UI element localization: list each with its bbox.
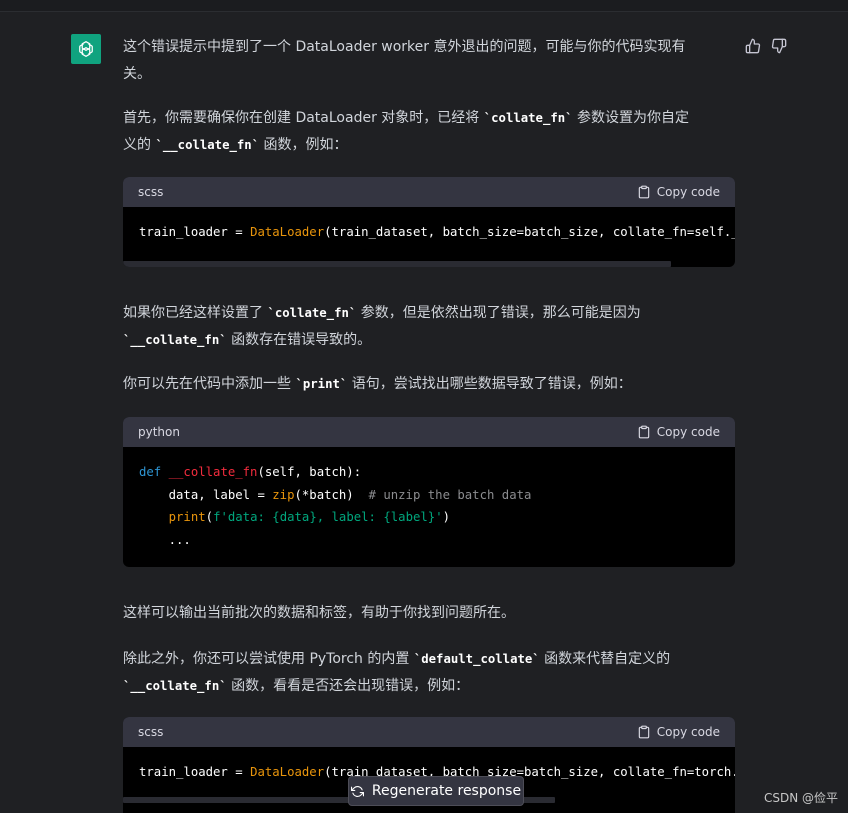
feedback-buttons xyxy=(745,38,787,54)
message-paragraph: 如果你已经这样设置了 `collate_fn` 参数，但是依然出现了错误，那么可… xyxy=(123,300,735,353)
inline-code: `collate_fn` xyxy=(267,306,357,320)
code-language-label: python xyxy=(138,425,180,439)
text-line: 关。 xyxy=(123,65,151,82)
inline-code: `collate_fn` xyxy=(483,111,573,125)
refresh-icon xyxy=(350,785,364,797)
text-line: 你可以先在代码中添加一些 `print` 语句，尝试找出哪些数据导致了错误，例如… xyxy=(123,376,632,392)
inline-code: `__collate_fn` xyxy=(123,332,227,347)
code-language-label: scss xyxy=(138,185,164,199)
copy-code-button[interactable]: Copy code xyxy=(637,185,720,199)
message-paragraph: 这样可以输出当前批次的数据和标签，有助于你找到问题所在。 xyxy=(123,600,735,627)
copy-code-button[interactable]: Copy code xyxy=(637,725,720,739)
assistant-avatar xyxy=(71,34,101,64)
message-paragraph: 除此之外，你还可以尝试使用 PyTorch 的内置 `default_colla… xyxy=(123,646,735,699)
code-block-header: scss Copy code xyxy=(123,177,735,207)
code-content: def __collate_fn(self, batch): data, lab… xyxy=(139,465,532,547)
text-line: `__collate_fn` 函数存在错误导致的。 xyxy=(123,331,372,348)
inline-code: `print` xyxy=(295,377,348,391)
text-line: 这样可以输出当前批次的数据和标签，有助于你找到问题所在。 xyxy=(123,605,515,621)
copy-code-button[interactable]: Copy code xyxy=(637,425,720,439)
inline-code: `__collate_fn` xyxy=(123,678,227,693)
message-paragraph: 首先，你需要确保你在创建 DataLoader 对象时，已经将 `collate… xyxy=(123,105,735,158)
thumbs-down-button[interactable] xyxy=(771,38,787,54)
chat-page: 这个错误提示中提到了一个 DataLoader worker 意外退出的问题，可… xyxy=(0,0,848,813)
code-block-header: scss Copy code xyxy=(123,717,735,747)
message-paragraph: 这个错误提示中提到了一个 DataLoader worker 意外退出的问题，可… xyxy=(123,34,735,87)
text-line: 如果你已经这样设置了 `collate_fn` 参数，但是依然出现了错误，那么可… xyxy=(123,305,641,321)
text-line: `__collate_fn` 函数，看看是否还会出现错误，例如： xyxy=(123,677,470,694)
scrollbar-thumb[interactable] xyxy=(123,261,671,267)
clipboard-icon xyxy=(638,425,650,439)
top-bar xyxy=(0,0,848,12)
text-line: 这个错误提示中提到了一个 DataLoader worker 意外退出的问题，可… xyxy=(123,39,686,55)
clipboard-icon xyxy=(638,185,650,199)
horizontal-scrollbar[interactable] xyxy=(123,261,735,267)
code-block-header: python Copy code xyxy=(123,417,735,447)
thumbs-up-icon xyxy=(745,38,761,54)
text-line: 除此之外，你还可以尝试使用 PyTorch 的内置 `default_colla… xyxy=(123,651,671,667)
clipboard-icon xyxy=(638,725,650,739)
code-block: python Copy code def __collate_fn(self, … xyxy=(123,417,735,567)
code-language-label: scss xyxy=(138,725,164,739)
inline-code: `__collate_fn` xyxy=(155,137,260,152)
watermark: CSDN @俭平 xyxy=(764,791,839,805)
thumbs-up-button[interactable] xyxy=(745,38,761,54)
code-content: train_loader = DataLoader(train_dataset,… xyxy=(139,225,735,239)
message-paragraph: 你可以先在代码中添加一些 `print` 语句，尝试找出哪些数据导致了错误，例如… xyxy=(123,371,735,398)
thumbs-down-icon xyxy=(771,38,787,54)
text-line: 义的 `__collate_fn` 函数，例如： xyxy=(123,136,348,153)
openai-logo-icon xyxy=(79,41,93,57)
code-block: scss Copy code train_loader = DataLoader… xyxy=(123,177,735,267)
inline-code: `default_collate` xyxy=(413,652,540,666)
regenerate-response-button[interactable]: Regenerate response xyxy=(348,776,524,806)
text-line: 首先，你需要确保你在创建 DataLoader 对象时，已经将 `collate… xyxy=(123,110,690,126)
